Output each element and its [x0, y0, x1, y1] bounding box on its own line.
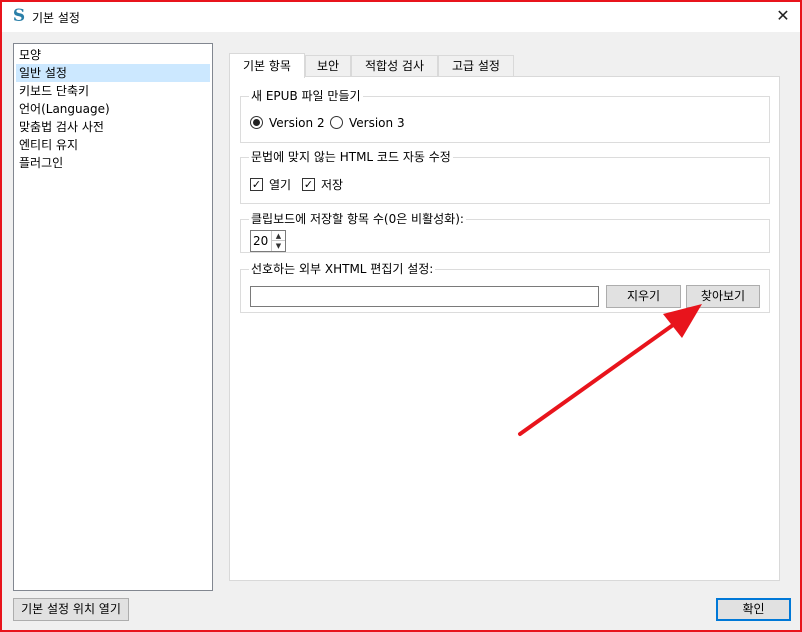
version3-radio[interactable] — [330, 116, 343, 129]
version2-radio[interactable] — [250, 116, 263, 129]
autofix-open-label[interactable]: 열기 — [269, 178, 291, 192]
sigil-logo-icon: S — [12, 6, 26, 26]
sidebar-item-spellcheck-dictionaries[interactable]: 맞춤법 검사 사전 — [16, 118, 210, 136]
clipboard-history-spinbox[interactable]: 20 ▲ ▼ — [250, 230, 286, 252]
clipboard-history-group-title: 클립보드에 저장할 항목 수(0은 비활성화): — [249, 212, 466, 226]
dialog-frame: S 기본 설정 ✕ 모양 일반 설정 키보드 단축키 언어(Language) … — [0, 0, 802, 632]
close-icon[interactable]: ✕ — [770, 4, 796, 28]
sidebar-item-general[interactable]: 일반 설정 — [16, 64, 210, 82]
autofix-open-checkbox[interactable]: ✓ — [250, 178, 263, 191]
version3-label[interactable]: Version 3 — [349, 116, 405, 130]
open-preferences-location-button[interactable]: 기본 설정 위치 열기 — [13, 598, 129, 621]
check-icon: ✓ — [303, 178, 314, 191]
epub-version-group: 새 EPUB 파일 만들기 Version 2 Version 3 — [240, 89, 770, 143]
clear-button[interactable]: 지우기 — [606, 285, 681, 308]
check-icon: ✓ — [251, 178, 262, 191]
sidebar-item-language[interactable]: 언어(Language) — [16, 100, 210, 118]
window-title: 기본 설정 — [32, 11, 80, 25]
clipboard-history-value: 20 — [253, 234, 269, 248]
sidebar-item-plugins[interactable]: 플러그인 — [16, 154, 210, 172]
html-autofix-group-title: 문법에 맞지 않는 HTML 코드 자동 수정 — [249, 150, 453, 164]
external-editor-path-input[interactable] — [250, 286, 599, 307]
clipboard-history-group: 클립보드에 저장할 항목 수(0은 비활성화): 20 ▲ ▼ — [240, 212, 770, 253]
html-autofix-group: 문법에 맞지 않는 HTML 코드 자동 수정 ✓ 열기 ✓ 저장 — [240, 150, 770, 204]
autofix-save-checkbox[interactable]: ✓ — [302, 178, 315, 191]
tab-general-items[interactable]: 기본 항목 — [229, 53, 305, 78]
tab-security[interactable]: 보안 — [305, 55, 351, 77]
tab-advanced[interactable]: 고급 설정 — [438, 55, 514, 77]
autofix-save-label[interactable]: 저장 — [321, 178, 343, 192]
version2-label[interactable]: Version 2 — [269, 116, 325, 130]
chevron-up-icon[interactable]: ▲ — [272, 231, 285, 241]
chevron-down-icon[interactable]: ▼ — [272, 241, 285, 251]
epub-version-group-title: 새 EPUB 파일 만들기 — [249, 89, 363, 103]
sidebar-item-keyboard-shortcuts[interactable]: 키보드 단축키 — [16, 82, 210, 100]
sidebar-item-appearance[interactable]: 모양 — [16, 46, 210, 64]
tab-panel-general-items: 새 EPUB 파일 만들기 Version 2 Version 3 문법에 맞지… — [229, 76, 780, 581]
settings-category-list[interactable]: 모양 일반 설정 키보드 단축키 언어(Language) 맞춤법 검사 사전 … — [13, 43, 213, 591]
browse-button[interactable]: 찾아보기 — [686, 285, 760, 308]
ok-button[interactable]: 확인 — [716, 598, 791, 621]
title-bar: S 기본 설정 ✕ — [2, 2, 800, 32]
external-editor-group-title: 선호하는 외부 XHTML 편집기 설정: — [249, 262, 436, 276]
sidebar-item-preserve-entities[interactable]: 엔티티 유지 — [16, 136, 210, 154]
spinbox-buttons: ▲ ▼ — [271, 231, 285, 251]
external-editor-group: 선호하는 외부 XHTML 편집기 설정: 지우기 찾아보기 — [240, 262, 770, 313]
tab-validation[interactable]: 적합성 검사 — [351, 55, 438, 77]
